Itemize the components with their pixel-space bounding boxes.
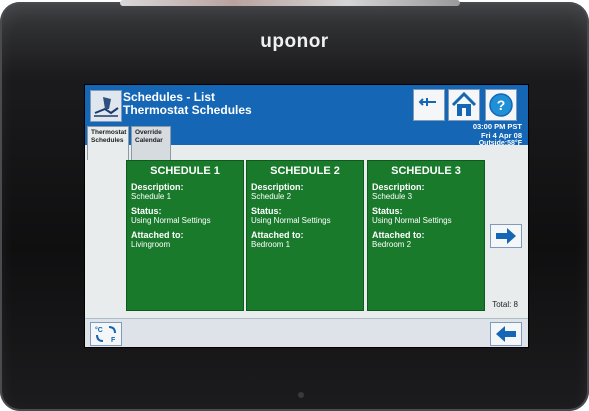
schedule-card[interactable]: SCHEDULE 1 Description: Schedule 1 Statu…: [126, 160, 244, 311]
footer-bar: °C F: [85, 318, 528, 347]
description-label: Description:: [131, 182, 184, 192]
tab-label-line2: Schedules: [91, 137, 124, 144]
status-label: Status:: [372, 206, 403, 216]
schedule-card[interactable]: SCHEDULE 2 Description: Schedule 2 Statu…: [246, 160, 364, 311]
description-value: Schedule 3: [372, 192, 413, 201]
attached-value: Bedroom 1: [251, 240, 291, 249]
touch-screen: Schedules - List Thermostat Schedules ? …: [84, 84, 529, 348]
back-small-button[interactable]: [413, 89, 445, 121]
help-icon: ?: [489, 93, 513, 117]
back-arrow-small-icon: [418, 98, 436, 106]
total-count: Total: 8: [492, 300, 518, 309]
attached-label: Attached to:: [251, 230, 304, 240]
device-sensor: [298, 392, 304, 398]
attached-value: Livingroom: [131, 240, 171, 249]
status-label: Status:: [251, 206, 282, 216]
tab-label-line1: Override: [135, 129, 162, 136]
description-value: Schedule 2: [251, 192, 292, 201]
device-top-edge: [120, 0, 460, 6]
outside-temperature: Outside:58°F: [478, 140, 522, 147]
temperature-unit-toggle-button[interactable]: °C F: [90, 322, 122, 346]
home-icon: [451, 91, 477, 116]
arrow-right-icon: [496, 228, 516, 244]
tab-label-line1: Thermostat: [91, 129, 127, 136]
temperature-unit-toggle-icon: °C F: [95, 326, 116, 344]
description-label: Description:: [251, 182, 304, 192]
status-value: Using Normal Settings: [131, 216, 211, 225]
card-title: SCHEDULE 1: [150, 165, 220, 177]
schedule-map-icon[interactable]: [90, 90, 122, 122]
description-value: Schedule 1: [131, 192, 172, 201]
arrow-left-icon: [496, 326, 516, 342]
card-title: SCHEDULE 3: [391, 165, 461, 177]
status-value: Using Normal Settings: [372, 216, 452, 225]
home-button[interactable]: [448, 89, 480, 121]
attached-label: Attached to:: [372, 230, 425, 240]
attached-value: Bedroom 2: [372, 240, 412, 249]
unit-c-label: °C: [95, 326, 103, 334]
back-button[interactable]: [490, 322, 522, 346]
page-title: Schedules - List: [123, 90, 216, 104]
svg-text:?: ?: [497, 97, 506, 113]
schedule-list: SCHEDULE 1 Description: Schedule 1 Statu…: [85, 160, 528, 318]
help-button[interactable]: ?: [485, 89, 517, 121]
card-title: SCHEDULE 2: [270, 165, 340, 177]
current-date: Fri 4 Apr 08: [481, 131, 522, 140]
brand-logo: uponor: [260, 31, 329, 52]
unit-f-label: F: [111, 337, 116, 344]
status-label: Status:: [131, 206, 162, 216]
tab-thermostat-schedules[interactable]: Thermostat Schedules: [87, 126, 129, 160]
next-page-button[interactable]: [490, 224, 522, 248]
tab-label-line2: Calendar: [135, 137, 163, 144]
page-subtitle: Thermostat Schedules: [123, 103, 252, 117]
status-value: Using Normal Settings: [251, 216, 331, 225]
schedule-card[interactable]: SCHEDULE 3 Description: Schedule 3 Statu…: [367, 160, 485, 311]
current-time: 03:00 PM PST: [472, 122, 522, 131]
description-label: Description:: [372, 182, 425, 192]
tab-override-calendar[interactable]: Override Calendar: [131, 126, 171, 160]
attached-label: Attached to:: [131, 230, 184, 240]
